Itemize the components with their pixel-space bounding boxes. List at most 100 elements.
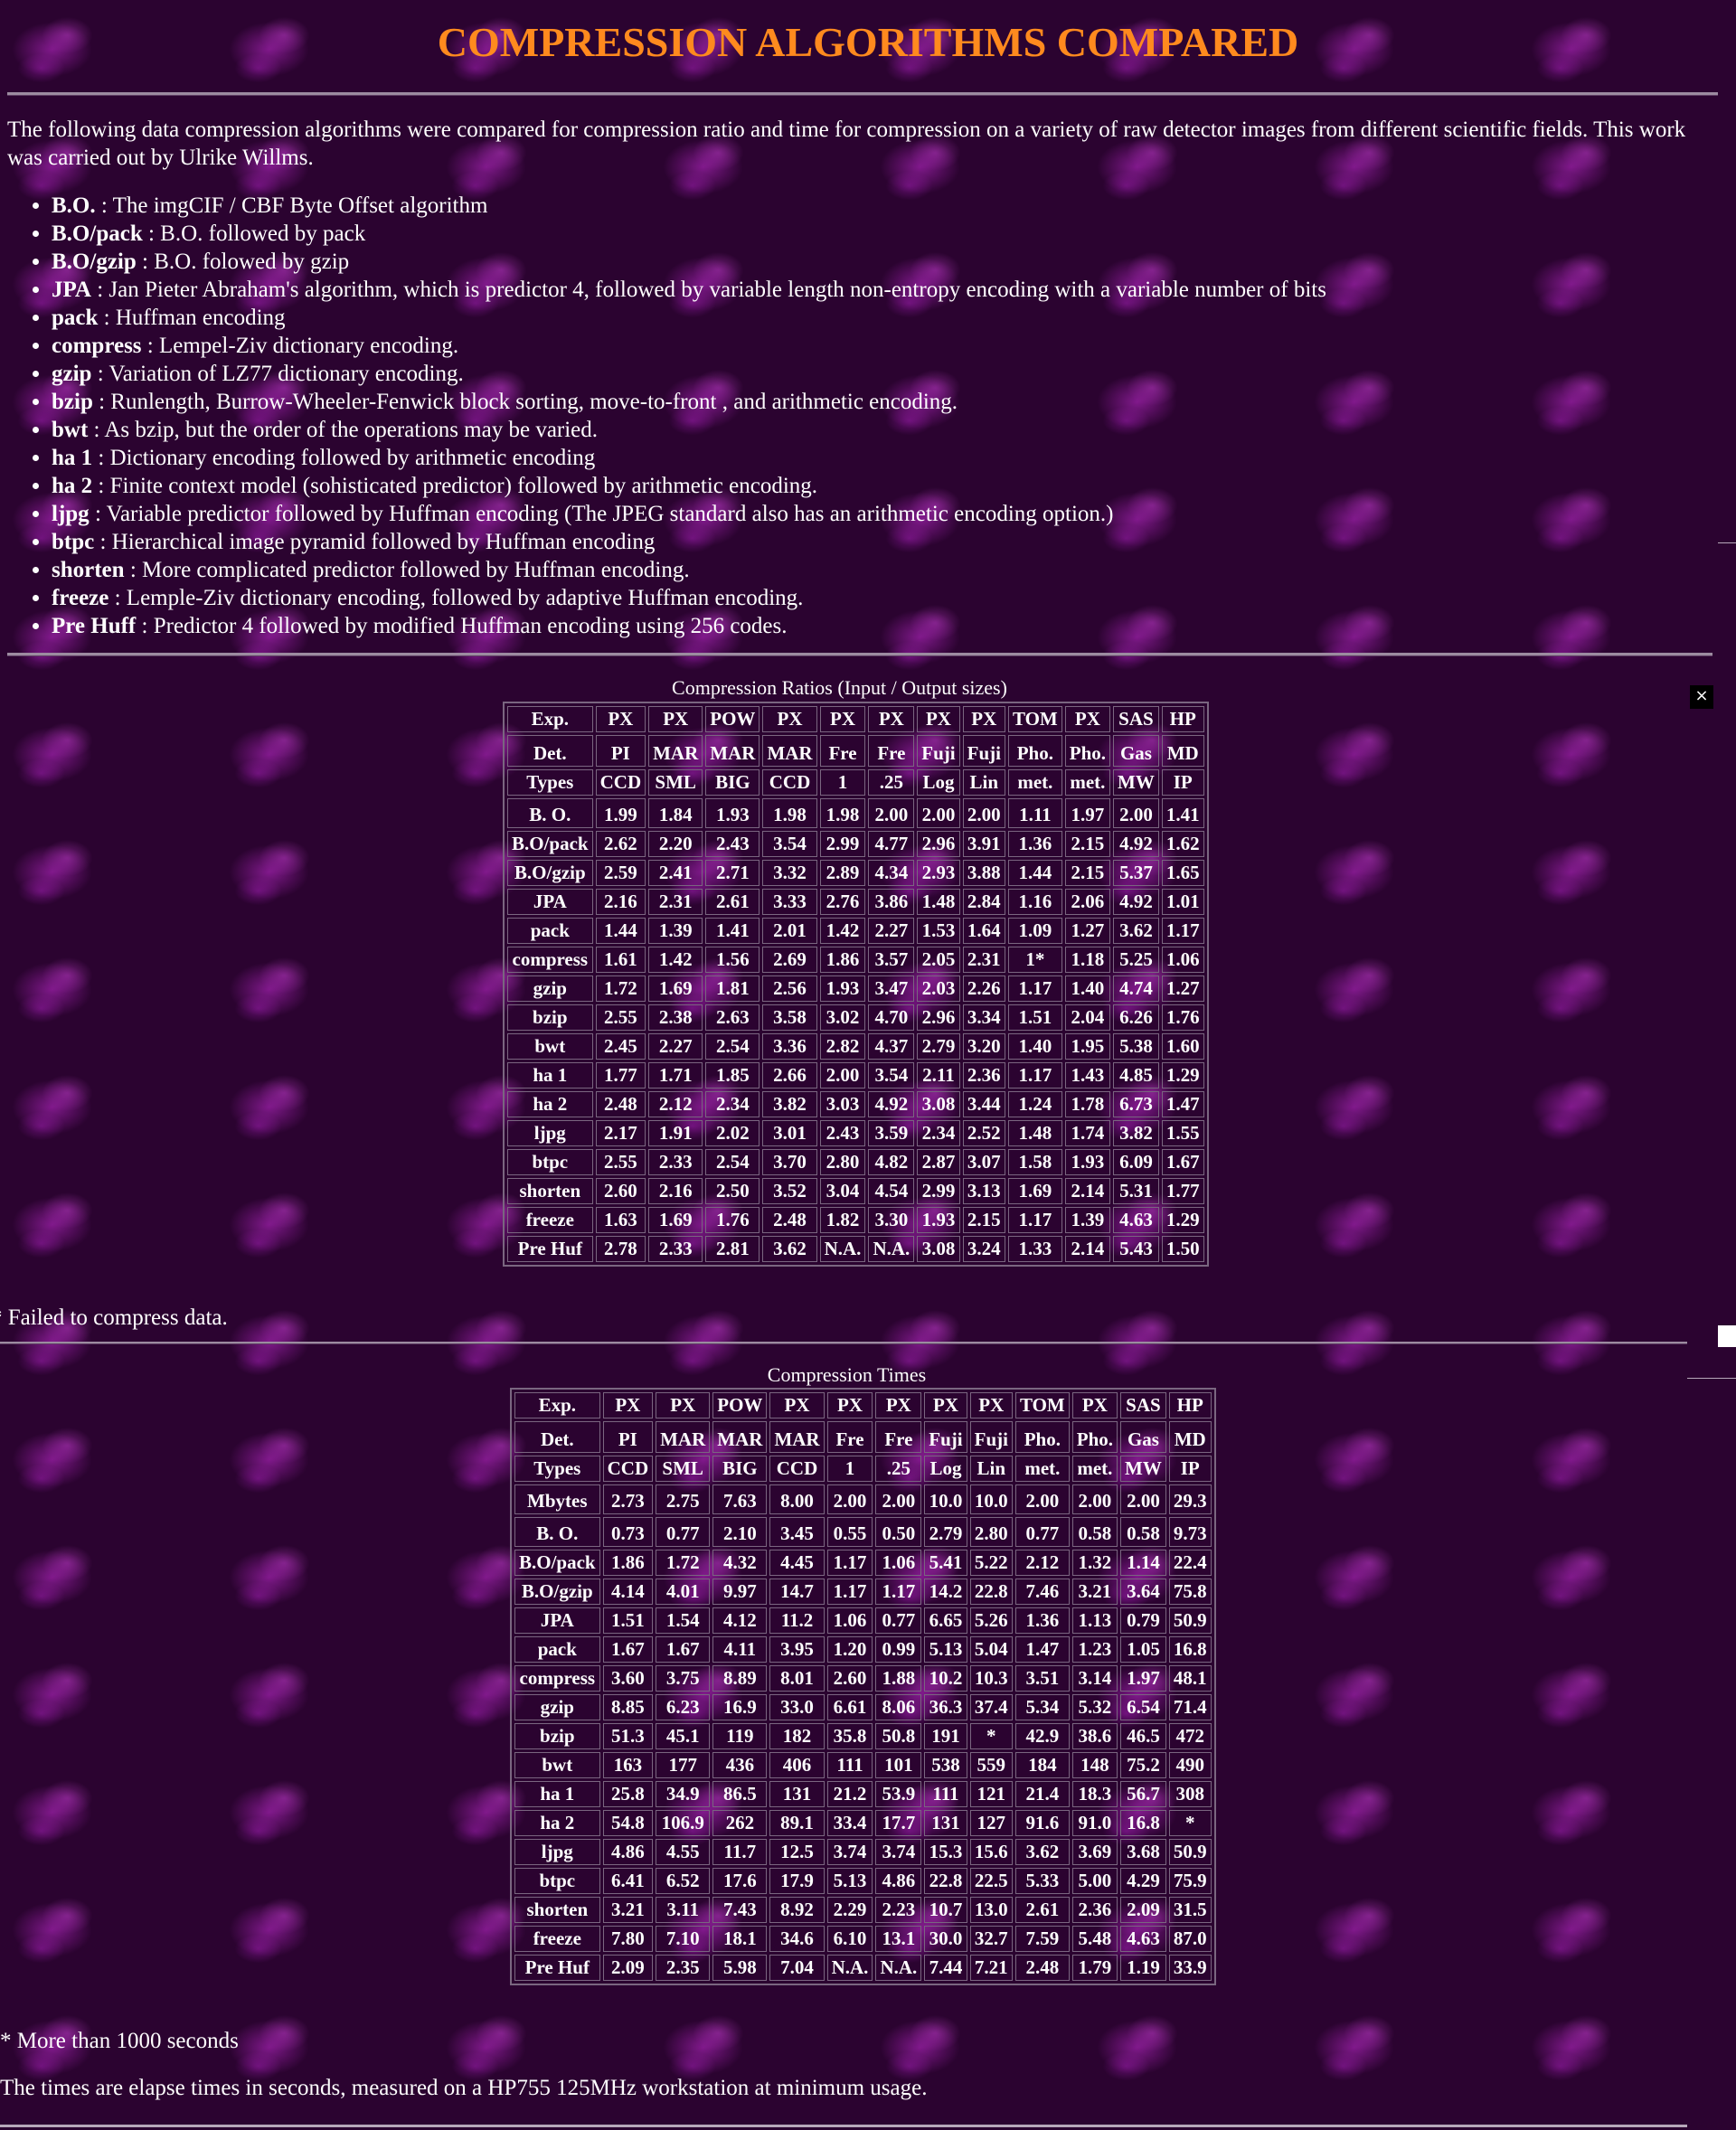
- table-cell: .25: [875, 1456, 922, 1482]
- table-cell: PX: [602, 1392, 654, 1418]
- table-cell: 9.73: [1168, 1517, 1212, 1547]
- table-cell: 2.27: [868, 918, 915, 944]
- table-cell: 1.77: [1161, 1178, 1204, 1204]
- table-cell: 5.38: [1113, 1033, 1159, 1060]
- table-cell: 4.14: [602, 1579, 654, 1605]
- table-cell: 2.06: [1064, 889, 1111, 915]
- table-cell: 1: [819, 769, 866, 796]
- table-cell: 4.74: [1113, 975, 1159, 1002]
- table-cell: 472: [1168, 1723, 1212, 1749]
- table-cell: 50.9: [1168, 1607, 1212, 1634]
- header-row: Exp. PX PX POW PX PX PX PX PX TOM PX SAS HP: [514, 1392, 1212, 1418]
- table-row: gzip 1.72 1.69 1.81 2.56 1.93 3.47 2.03 2.26 1.17…: [507, 975, 1204, 1002]
- table-cell: 2.17: [595, 1120, 646, 1146]
- table-row: B.O/gzip 4.14 4.01 9.97 14.7 1.17 1.17 14.2 22.8…: [514, 1579, 1212, 1605]
- table-cell: 4.01: [656, 1579, 711, 1605]
- table-cell: 16.9: [712, 1694, 768, 1720]
- table-cell: 4.82: [868, 1149, 915, 1175]
- row-header-cell: Types: [507, 769, 593, 796]
- table-cell: 2.54: [705, 1149, 760, 1175]
- table-cell: 163: [602, 1752, 654, 1778]
- table-cell: CCD: [762, 769, 817, 796]
- table-cell: 2.10: [712, 1517, 768, 1547]
- table-cell: SAS: [1113, 706, 1159, 732]
- table-cell: 2.14: [1064, 1178, 1111, 1204]
- table-cell: 1.17: [1161, 918, 1204, 944]
- table-cell: 3.95: [769, 1636, 825, 1663]
- table-cell: 2.59: [595, 860, 646, 886]
- table-cell: 1.65: [1161, 860, 1204, 886]
- table-cell: 10.3: [969, 1665, 1013, 1692]
- row-header-cell: B.O/pack: [514, 1550, 600, 1576]
- table-cell: 1.50: [1161, 1236, 1204, 1262]
- close-icon[interactable]: ×: [1690, 685, 1713, 709]
- table-cell: 1.09: [1007, 918, 1062, 944]
- table-cell: 111: [924, 1781, 967, 1807]
- table-cell: 38.6: [1071, 1723, 1118, 1749]
- row-header-cell: JPA: [507, 889, 593, 915]
- algorithm-name: JPA: [52, 278, 91, 302]
- table-cell: 1.97: [1064, 798, 1111, 828]
- table-row: compress 1.61 1.42 1.56 2.69 1.86 3.57 2.05 2.31…: [507, 947, 1204, 973]
- table-cell: 1.79: [1071, 1955, 1118, 1981]
- algorithm-item: B.O/pack : B.O. followed by pack: [52, 220, 1326, 248]
- table-cell: 1.17: [826, 1550, 873, 1576]
- table-cell: 5.33: [1014, 1868, 1070, 1894]
- table-cell: 2.41: [648, 860, 703, 886]
- times-description: The times are elapse times in seconds, m…: [0, 2076, 928, 2100]
- table-cell: 15.3: [924, 1839, 967, 1865]
- table-cell: Fuji: [969, 1421, 1013, 1453]
- table-row: btpc 6.41 6.52 17.6 17.9 5.13 4.86 22.8 22.5 5.33…: [514, 1868, 1212, 1894]
- table-cell: 21.4: [1014, 1781, 1070, 1807]
- table-cell: 2.52: [962, 1120, 1005, 1146]
- table-cell: 6.09: [1113, 1149, 1159, 1175]
- row-header-cell: bwt: [507, 1033, 593, 1060]
- table-cell: 191: [924, 1723, 967, 1749]
- row-header-cell: JPA: [514, 1607, 600, 1634]
- table-cell: 4.85: [1113, 1062, 1159, 1089]
- table-row: compress 3.60 3.75 8.89 8.01 2.60 1.88 10.2 10.3…: [514, 1665, 1212, 1692]
- table-cell: N.A.: [819, 1236, 866, 1262]
- table-cell: 2.48: [762, 1207, 817, 1233]
- row-header-cell: Det.: [514, 1421, 600, 1453]
- ratios-footnote: * Failed to compress data.: [0, 1305, 228, 1330]
- table-cell: 6.52: [656, 1868, 711, 1894]
- table-cell: 4.29: [1120, 1868, 1166, 1894]
- table-cell: 3.33: [762, 889, 817, 915]
- table-cell: 3.54: [868, 1062, 915, 1089]
- table-cell: 4.92: [868, 1091, 915, 1117]
- table-cell: 2.80: [819, 1149, 866, 1175]
- table-cell: 3.07: [962, 1149, 1005, 1175]
- table-cell: Pho.: [1064, 735, 1111, 767]
- table-cell: 1.47: [1161, 1091, 1204, 1117]
- table-cell: 2.00: [917, 798, 960, 828]
- table-cell: 2.33: [648, 1236, 703, 1262]
- algorithm-description: : Lempel-Ziv dictionary encoding.: [141, 334, 459, 358]
- table-cell: 71.4: [1168, 1694, 1212, 1720]
- table-cell: 1.27: [1161, 975, 1204, 1002]
- table-row: pack 1.44 1.39 1.41 2.01 1.42 2.27 1.53 1.64 1.09…: [507, 918, 1204, 944]
- table-cell: 1.86: [602, 1550, 654, 1576]
- table-cell: 2.00: [1113, 798, 1159, 828]
- table-cell: 2.71: [705, 860, 760, 886]
- table-cell: 3.57: [868, 947, 915, 973]
- table-cell: met.: [1071, 1456, 1118, 1482]
- table-cell: 0.50: [875, 1517, 922, 1547]
- table-cell: 4.32: [712, 1550, 768, 1576]
- row-header-cell: Mbytes: [514, 1484, 600, 1514]
- table-cell: TOM: [1007, 706, 1062, 732]
- table-cell: 2.27: [648, 1033, 703, 1060]
- algorithm-item: ha 2 : Finite context model (sohisticate…: [52, 472, 1326, 500]
- table-cell: 1.32: [1071, 1550, 1118, 1576]
- table-cell: Fuji: [917, 735, 960, 767]
- table-cell: 3.59: [868, 1120, 915, 1146]
- scrollbar-thumb[interactable]: [1718, 1325, 1736, 1347]
- table-cell: PX: [875, 1392, 922, 1418]
- table-cell: 29.3: [1168, 1484, 1212, 1514]
- table-cell: 6.65: [924, 1607, 967, 1634]
- table-cell: 6.10: [826, 1926, 873, 1952]
- table-cell: 1.06: [826, 1607, 873, 1634]
- table-cell: 1.64: [962, 918, 1005, 944]
- table-cell: 2.87: [917, 1149, 960, 1175]
- table-cell: 2.73: [602, 1484, 654, 1514]
